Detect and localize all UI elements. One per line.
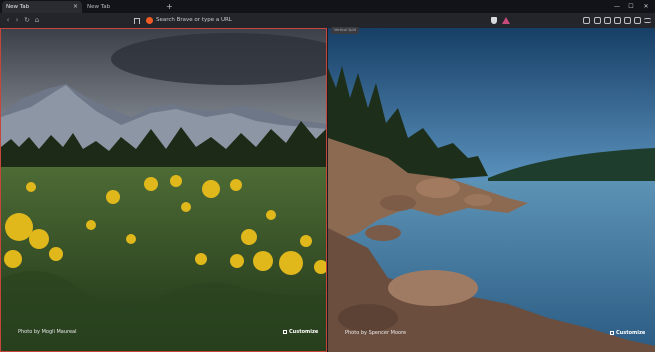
photo-credit[interactable]: Photo by Mogli Maureal <box>18 329 77 335</box>
tab-new-tab-2[interactable]: New Tab <box>83 1 162 13</box>
new-tab-button[interactable]: + <box>166 0 174 13</box>
customize-label: Customize <box>616 330 646 336</box>
toolbar: ‹ › ↻ ⌂ Search Brave or type a URL <box>0 13 655 28</box>
close-window-button[interactable]: ✕ <box>641 0 651 13</box>
forward-button[interactable]: › <box>13 13 21 28</box>
split-view-tooltip: Vertical Split <box>331 27 359 34</box>
customize-icon <box>283 330 287 334</box>
left-split-pane[interactable]: Photo by Mogli Maureal Customize <box>0 28 327 352</box>
tab-title: New Tab <box>6 4 30 10</box>
address-bar[interactable]: Search Brave or type a URL <box>128 14 518 27</box>
brave-shields-icon[interactable] <box>491 17 497 24</box>
wildflower-meadow-background <box>1 29 326 351</box>
reload-button[interactable]: ↻ <box>23 13 31 28</box>
brave-search-icon <box>146 17 153 24</box>
extensions-icon[interactable] <box>583 17 590 24</box>
lake-shoreline-background <box>328 28 655 352</box>
close-tab-icon[interactable]: × <box>73 1 78 13</box>
photo-credit[interactable]: Photo by Spencer Moore <box>345 330 406 336</box>
split-view-icon[interactable] <box>614 17 621 24</box>
brave-rewards-icon[interactable] <box>502 17 510 24</box>
right-split-pane[interactable]: Photo by Spencer Moore Customize <box>328 28 655 352</box>
menu-icon[interactable] <box>644 18 651 23</box>
customize-button[interactable]: Customize <box>610 330 645 336</box>
bookmark-icon[interactable] <box>134 18 140 24</box>
downloads-icon[interactable] <box>594 17 601 24</box>
maximize-button[interactable]: ☐ <box>626 0 636 13</box>
wallet-icon[interactable] <box>634 17 641 24</box>
tab-strip: New Tab × New Tab + — ☐ ✕ <box>0 0 655 13</box>
customize-button[interactable]: Customize <box>283 329 318 335</box>
back-button[interactable]: ‹ <box>4 13 12 28</box>
sidebar-icon[interactable] <box>604 17 611 24</box>
home-button[interactable]: ⌂ <box>33 13 41 28</box>
customize-label: Customize <box>289 329 319 335</box>
customize-icon <box>610 331 614 335</box>
minimize-button[interactable]: — <box>612 0 622 13</box>
address-placeholder[interactable]: Search Brave or type a URL <box>156 14 232 27</box>
tab-title: New Tab <box>87 4 111 10</box>
leo-ai-icon[interactable] <box>624 17 631 24</box>
tab-new-tab-1[interactable]: New Tab × <box>2 1 82 13</box>
